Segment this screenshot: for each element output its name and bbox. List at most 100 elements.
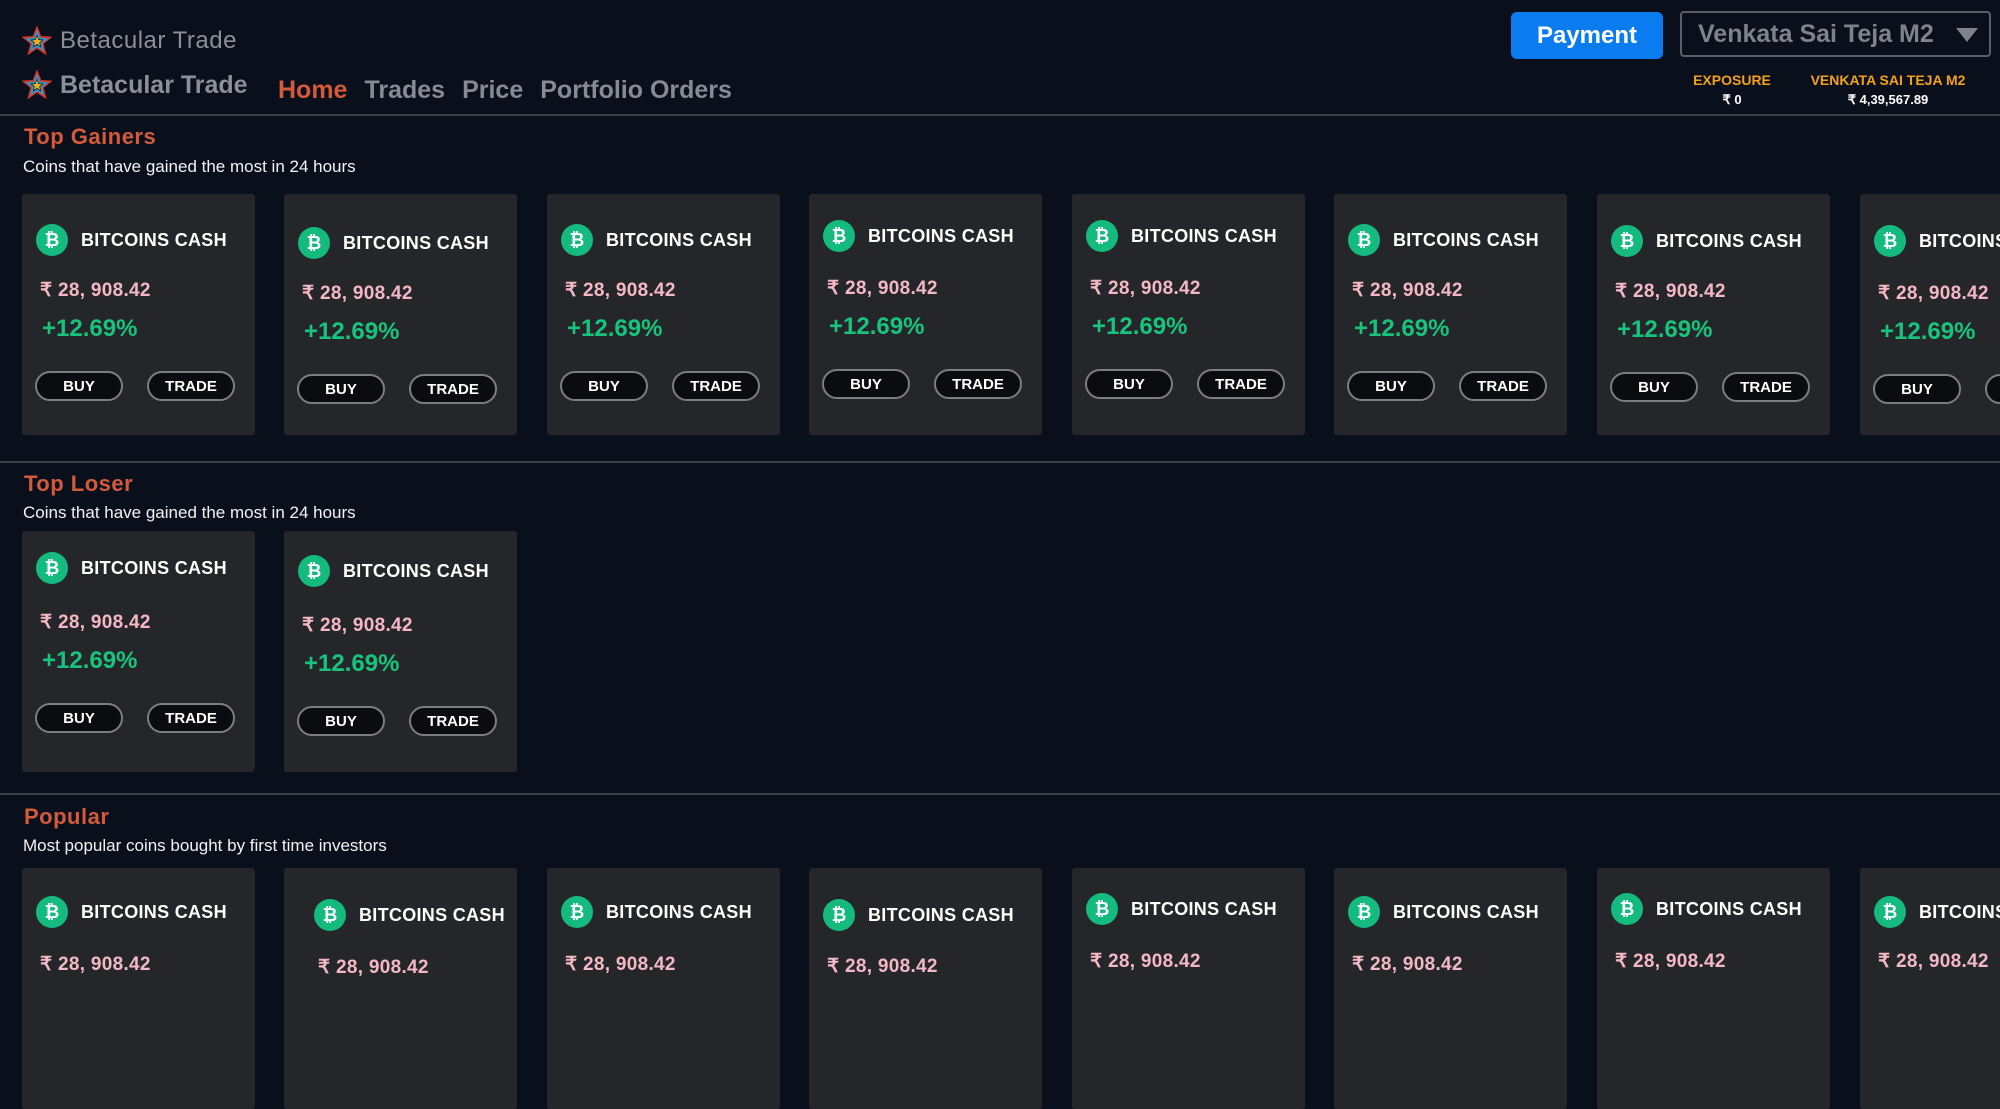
- coin-card[interactable]: ₿ BITCOINS CASH ₹ 28, 908.42: [809, 868, 1042, 1109]
- coin-name: BITCOINS CASH: [1656, 230, 1802, 251]
- coin-header: ₿ BITCOINS CASH: [561, 896, 752, 928]
- coin-card[interactable]: ₿ BITCOINS CASH ₹ 28, 908.42 +12.69% BUY TRAD…: [22, 194, 255, 435]
- trade-button[interactable]: TRADE: [147, 703, 235, 733]
- coin-card[interactable]: ₿ BITCOINS CASH ₹ 28, 908.42: [1860, 868, 2000, 1109]
- coin-card[interactable]: ₿ BITCOINS CASH ₹ 28, 908.42: [547, 868, 780, 1109]
- user-select[interactable]: Venkata Sai Teja M2: [1680, 11, 1991, 57]
- coin-name: BITCOINS CASH: [343, 232, 489, 253]
- bitcoin-cash-icon: ₿: [1611, 893, 1643, 925]
- account-label: VENKATA SAI TEJA M2: [1810, 72, 1966, 88]
- coin-card[interactable]: ₿ BITCOINS CASH ₹ 28, 908.42: [1334, 868, 1567, 1109]
- buy-button[interactable]: BUY: [1085, 369, 1173, 399]
- buy-button[interactable]: BUY: [1873, 374, 1961, 404]
- star-logo-icon: [22, 26, 52, 56]
- section-subtitle-top-loser: Coins that have gained the most in 24 ho…: [23, 503, 356, 522]
- brand-top[interactable]: Betacular Trade: [22, 26, 237, 56]
- coin-card[interactable]: ₿ BITCOINS CASH ₹ 28, 908.42: [22, 868, 255, 1109]
- section-title-top-gainers: Top Gainers: [24, 124, 157, 149]
- coin-header: ₿ BITCOINS CASH: [1348, 224, 1539, 256]
- coin-change: +12.69%: [304, 318, 400, 345]
- trade-button[interactable]: TRADE: [409, 374, 497, 404]
- brand-main[interactable]: Betacular Trade: [22, 70, 248, 100]
- coin-card[interactable]: ₿ BITCOINS CASH ₹ 28, 908.42: [284, 868, 517, 1109]
- divider: [0, 461, 2000, 463]
- trade-button[interactable]: TRADE: [409, 706, 497, 736]
- coin-name: BITCOINS CASH: [606, 229, 752, 250]
- coin-price: ₹ 28, 908.42: [1615, 281, 1726, 302]
- payment-button[interactable]: Payment: [1511, 12, 1663, 59]
- coin-name: BITCOINS CASH: [81, 557, 227, 578]
- coin-price: ₹ 28, 908.42: [1615, 951, 1726, 972]
- buy-button[interactable]: BUY: [35, 703, 123, 733]
- buy-button[interactable]: BUY: [822, 369, 910, 399]
- coin-change: +12.69%: [1880, 318, 1976, 345]
- coin-name: BITCOINS CASH: [606, 901, 752, 922]
- coin-card[interactable]: ₿ BITCOINS CASH ₹ 28, 908.42 +12.69% BUY TRAD…: [284, 194, 517, 435]
- bitcoin-cash-icon: ₿: [1348, 896, 1380, 928]
- bitcoin-cash-icon: ₿: [561, 896, 593, 928]
- coin-card[interactable]: ₿ BITCOINS CASH ₹ 28, 908.42 +12.69% BUY TRAD…: [1334, 194, 1567, 435]
- bitcoin-cash-icon: ₿: [1086, 893, 1118, 925]
- coin-header: ₿ BITCOINS CASH: [823, 220, 1014, 252]
- coin-header: ₿ BITCOINS CASH: [1611, 893, 1802, 925]
- coin-header: ₿ BITCOINS CASH: [314, 899, 505, 931]
- buy-button[interactable]: BUY: [297, 706, 385, 736]
- buy-button[interactable]: BUY: [297, 374, 385, 404]
- nav-price[interactable]: Price: [462, 76, 523, 105]
- trade-button[interactable]: TRADE: [672, 371, 760, 401]
- coin-card[interactable]: ₿ BITCOINS CASH ₹ 28, 908.42 +12.69% BUY TRAD…: [1597, 194, 1830, 435]
- coin-card[interactable]: ₿ BITCOINS CASH ₹ 28, 908.42: [1072, 868, 1305, 1109]
- divider: [0, 114, 2000, 116]
- coin-price: ₹ 28, 908.42: [565, 954, 676, 975]
- section-subtitle-popular: Most popular coins bought by first time …: [23, 836, 387, 855]
- trade-button[interactable]: TRADE: [1459, 371, 1547, 401]
- coin-price: ₹ 28, 908.42: [827, 956, 938, 977]
- coin-header: ₿ BITCOINS CASH: [1874, 225, 2000, 257]
- nav-portfolio-orders[interactable]: Portfolio Orders: [540, 76, 732, 105]
- section-title-top-loser: Top Loser: [24, 471, 134, 496]
- buy-button[interactable]: BUY: [1347, 371, 1435, 401]
- coin-card[interactable]: ₿ BITCOINS CASH ₹ 28, 908.42 +12.69% BUY TRAD…: [547, 194, 780, 435]
- bitcoin-cash-icon: ₿: [36, 896, 68, 928]
- coin-card[interactable]: ₿ BITCOINS CASH ₹ 28, 908.42 +12.69% BUY TRAD…: [1860, 194, 2000, 435]
- coin-header: ₿ BITCOINS CASH: [1611, 225, 1802, 257]
- buy-button[interactable]: BUY: [560, 371, 648, 401]
- coin-name: BITCOINS CASH: [868, 225, 1014, 246]
- trade-button[interactable]: TRADE: [147, 371, 235, 401]
- coin-card[interactable]: ₿ BITCOINS CASH ₹ 28, 908.42 +12.69% BUY TRAD…: [809, 194, 1042, 435]
- trade-button[interactable]: TRADE: [1197, 369, 1285, 399]
- coin-card[interactable]: ₿ BITCOINS CASH ₹ 28, 908.42: [1597, 868, 1830, 1109]
- bitcoin-cash-icon: ₿: [1348, 224, 1380, 256]
- coin-card[interactable]: ₿ BITCOINS CASH ₹ 28, 908.42 +12.69% BUY TRAD…: [1072, 194, 1305, 435]
- bitcoin-cash-icon: ₿: [823, 220, 855, 252]
- trade-button[interactable]: TRADE: [934, 369, 1022, 399]
- coin-name: BITCOINS CASH: [359, 904, 505, 925]
- trade-button[interactable]: TRADE: [1722, 372, 1810, 402]
- coin-change: +12.69%: [567, 315, 663, 342]
- nav-home[interactable]: Home: [278, 76, 347, 105]
- brand-top-name: Betacular Trade: [60, 27, 237, 54]
- bitcoin-cash-icon: ₿: [1874, 896, 1906, 928]
- caret-down-icon: [1956, 28, 1978, 42]
- buy-button[interactable]: BUY: [1610, 372, 1698, 402]
- nav-trades[interactable]: Trades: [364, 76, 445, 105]
- coin-card[interactable]: ₿ BITCOINS CASH ₹ 28, 908.42 +12.69% BUY TRAD…: [22, 531, 255, 772]
- coin-change: +12.69%: [42, 647, 138, 674]
- bitcoin-cash-icon: ₿: [298, 555, 330, 587]
- coin-header: ₿ BITCOINS CASH: [823, 899, 1014, 931]
- coin-header: ₿ BITCOINS CASH: [1086, 220, 1277, 252]
- coin-name: BITCOINS CASH: [1656, 898, 1802, 919]
- bitcoin-cash-icon: ₿: [36, 224, 68, 256]
- exposure-stat: EXPOSURE ₹ 0: [1682, 72, 1782, 108]
- buy-button[interactable]: BUY: [35, 371, 123, 401]
- trade-button[interactable]: TRADE: [1985, 374, 2000, 404]
- coin-price: ₹ 28, 908.42: [1090, 951, 1201, 972]
- bitcoin-cash-icon: ₿: [1086, 220, 1118, 252]
- section-title-popular: Popular: [24, 804, 110, 829]
- brand-name: Betacular Trade: [60, 70, 248, 99]
- coin-name: BITCOINS CASH: [868, 904, 1014, 925]
- coin-price: ₹ 28, 908.42: [1878, 283, 1989, 304]
- coin-name: BITCOINS CASH: [81, 229, 227, 250]
- coin-card[interactable]: ₿ BITCOINS CASH ₹ 28, 908.42 +12.69% BUY TRAD…: [284, 531, 517, 772]
- coin-header: ₿ BITCOINS CASH: [561, 224, 752, 256]
